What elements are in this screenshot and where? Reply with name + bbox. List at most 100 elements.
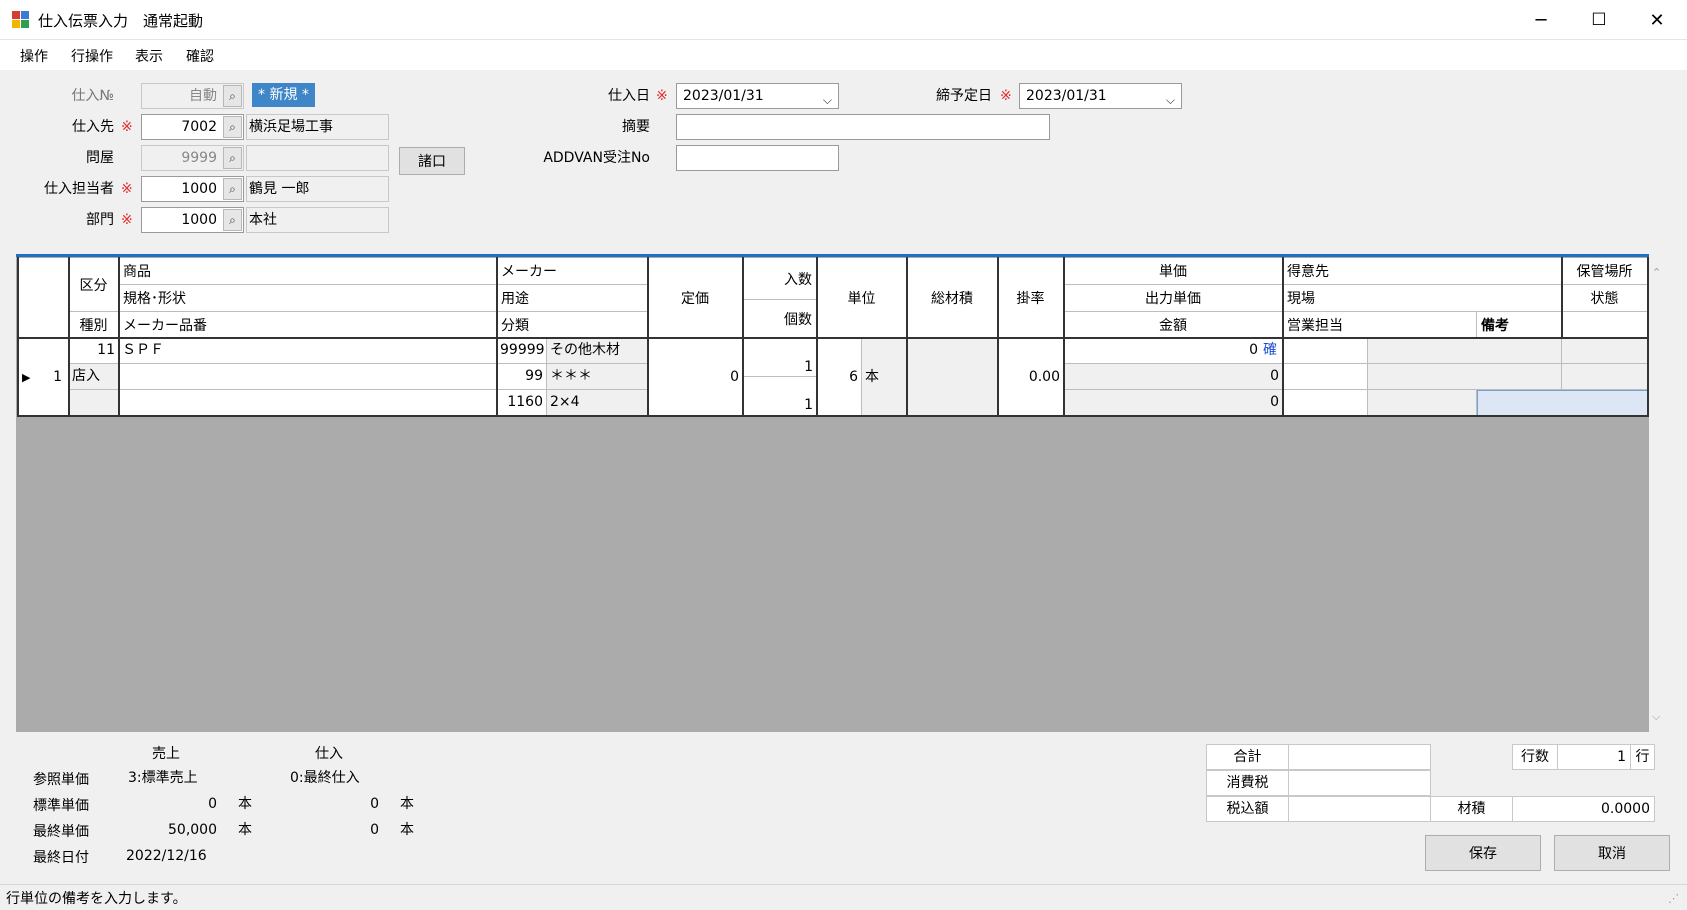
cell-hokan-basho[interactable] [1562, 338, 1648, 364]
cell-kakeritsu[interactable]: 0.00 [998, 338, 1064, 416]
ref-col-shiire: 仕入 [315, 746, 343, 762]
cancel-button[interactable]: 取消 [1554, 835, 1670, 871]
col-genba: 現場 [1283, 285, 1562, 312]
shiire-no-label: 仕入№ [71, 88, 114, 104]
search-icon[interactable]: ⌕ [223, 116, 242, 138]
cell-shouhin[interactable]: ＳＰＦ [119, 338, 497, 364]
hyoujun-shiire: 0 [278, 793, 383, 815]
goukei-value [1288, 744, 1431, 770]
saishuu-date-label: 最終日付 [33, 850, 89, 866]
cell-joutai[interactable] [1562, 364, 1648, 390]
minimize-button[interactable]: ─ [1512, 0, 1570, 40]
cell-youto-name: ＊＊＊ [547, 364, 648, 390]
col-maker: メーカー [497, 258, 648, 285]
menu-confirm[interactable]: 確認 [186, 46, 214, 66]
sanshou-shiire: 0:最終仕入 [278, 767, 383, 789]
gyousuu-label: 行数 [1512, 744, 1558, 770]
zeikomi-label: 税込額 [1206, 796, 1289, 822]
col-shubetsu: 種別 [69, 312, 119, 338]
tantou-label: 仕入担当者 [44, 181, 114, 197]
cell-genba-name [1368, 364, 1562, 390]
grid-divider [1561, 257, 1563, 338]
cell-maker-name: その他木材 [547, 338, 648, 364]
save-button[interactable]: 保存 [1425, 835, 1541, 871]
chevron-down-icon[interactable]: ⌵ [823, 88, 832, 108]
required-mark: ※ [1000, 88, 1012, 104]
saishuu-date-uriage: 2022/12/16 [116, 845, 221, 867]
cell-irisu[interactable]: 1 [743, 338, 817, 377]
gyousuu-unit: 行 [1630, 744, 1655, 770]
addvan-label: ADDVAN受注No [543, 150, 650, 166]
shiire-date-picker[interactable]: 2023/01/31 ⌵ [676, 83, 839, 109]
menu-operation[interactable]: 操作 [20, 46, 48, 66]
close-button[interactable]: ✕ [1628, 0, 1686, 40]
menu-row-operation[interactable]: 行操作 [71, 46, 113, 66]
cell-genba-code[interactable] [1283, 364, 1368, 390]
search-icon[interactable]: ⌕ [223, 209, 242, 231]
search-icon[interactable]: ⌕ [223, 85, 242, 107]
cell-kikaku[interactable] [119, 364, 497, 390]
saishuu-date-shiire [278, 845, 383, 867]
sanshou-uriage: 3:標準売上 [116, 767, 221, 789]
chevron-up-icon[interactable]: ⌃ [1652, 266, 1661, 279]
saishuu-uriage: 50,000 [116, 819, 221, 841]
cell-tanka-flag[interactable]: 確 [1261, 338, 1283, 364]
table-row[interactable]: ▶ 1 [18, 338, 69, 416]
sanshou-label: 参照単価 [33, 772, 89, 788]
tonya-label: 問屋 [86, 150, 114, 166]
maximize-button[interactable]: ☐ [1570, 0, 1628, 40]
tantou-name: 鶴見 一郎 [246, 176, 389, 202]
bumon-name: 本社 [246, 207, 389, 233]
cell-tanka[interactable]: 0 [1064, 338, 1261, 364]
tekiyou-field[interactable] [676, 114, 1050, 140]
chevron-down-icon[interactable]: ⌵ [1166, 88, 1175, 108]
shiire-date-label: 仕入日 [608, 88, 650, 104]
menu-view[interactable]: 表示 [135, 46, 163, 66]
cell-eigyou-code[interactable] [1283, 390, 1368, 416]
bumon-label: 部門 [86, 212, 114, 228]
col-kingaku: 金額 [1064, 312, 1283, 338]
cell-tokuisaki-code[interactable] [1283, 338, 1368, 364]
saishuu-shiire-unit: 本 [390, 819, 430, 841]
grid-scrollbar[interactable]: ⌃ ⌵ [1649, 254, 1666, 732]
cell-tani-num[interactable]: 6 [817, 338, 862, 416]
shime-date-label: 締予定日 [936, 88, 992, 104]
cell-kubun-code[interactable]: 11 [69, 338, 119, 364]
cell-shubetsu[interactable] [69, 390, 119, 416]
cell-bunrui-name: 2×4 [547, 390, 648, 416]
shiiresaki-label: 仕入先 [72, 119, 114, 135]
search-icon[interactable]: ⌕ [223, 147, 242, 169]
col-tanka: 単価 [1064, 258, 1283, 285]
tekiyou-label: 摘要 [622, 119, 650, 135]
col-tokuisaki: 得意先 [1283, 258, 1562, 285]
window-title: 仕入伝票入力 通常起動 [38, 12, 204, 30]
cell-shutsuryoku-tanka[interactable]: 0 [1064, 364, 1283, 390]
col-youto: 用途 [497, 285, 648, 312]
required-mark: ※ [121, 119, 133, 135]
search-icon[interactable]: ⌕ [223, 178, 242, 200]
ref-col-uriage: 売上 [152, 746, 180, 762]
cell-teika[interactable]: 0 [648, 338, 743, 416]
cell-maker-code[interactable]: 99999 [497, 338, 547, 364]
cell-kosu[interactable]: 1 [743, 377, 817, 416]
chevron-down-icon[interactable]: ⌵ [1652, 710, 1660, 724]
cell-bikou[interactable] [1477, 390, 1648, 416]
status-bar [0, 884, 1687, 910]
zaiseki-label: 材積 [1430, 796, 1513, 822]
cell-bunrui-code[interactable]: 1160 [497, 390, 547, 416]
zeikomi-value [1288, 796, 1431, 822]
cell-kubun-name[interactable]: 店入 [69, 364, 119, 390]
hyoujun-shiire-unit: 本 [390, 793, 430, 815]
col-joutai: 状態 [1562, 285, 1648, 312]
grid-divider [17, 415, 1649, 417]
app-icon [12, 11, 30, 29]
col-kosu: 個数 [743, 300, 817, 338]
addvan-field[interactable] [676, 145, 839, 171]
col-bunrui: 分類 [497, 312, 648, 338]
resize-grip-icon[interactable]: ⋰ [1668, 892, 1679, 905]
cell-maker-hinban[interactable] [119, 390, 497, 416]
col-tani: 単位 [817, 258, 907, 338]
cell-youto-code[interactable]: 99 [497, 364, 547, 390]
shokuchi-button[interactable]: 諸口 [399, 147, 465, 175]
shime-date-picker[interactable]: 2023/01/31 ⌵ [1019, 83, 1182, 109]
